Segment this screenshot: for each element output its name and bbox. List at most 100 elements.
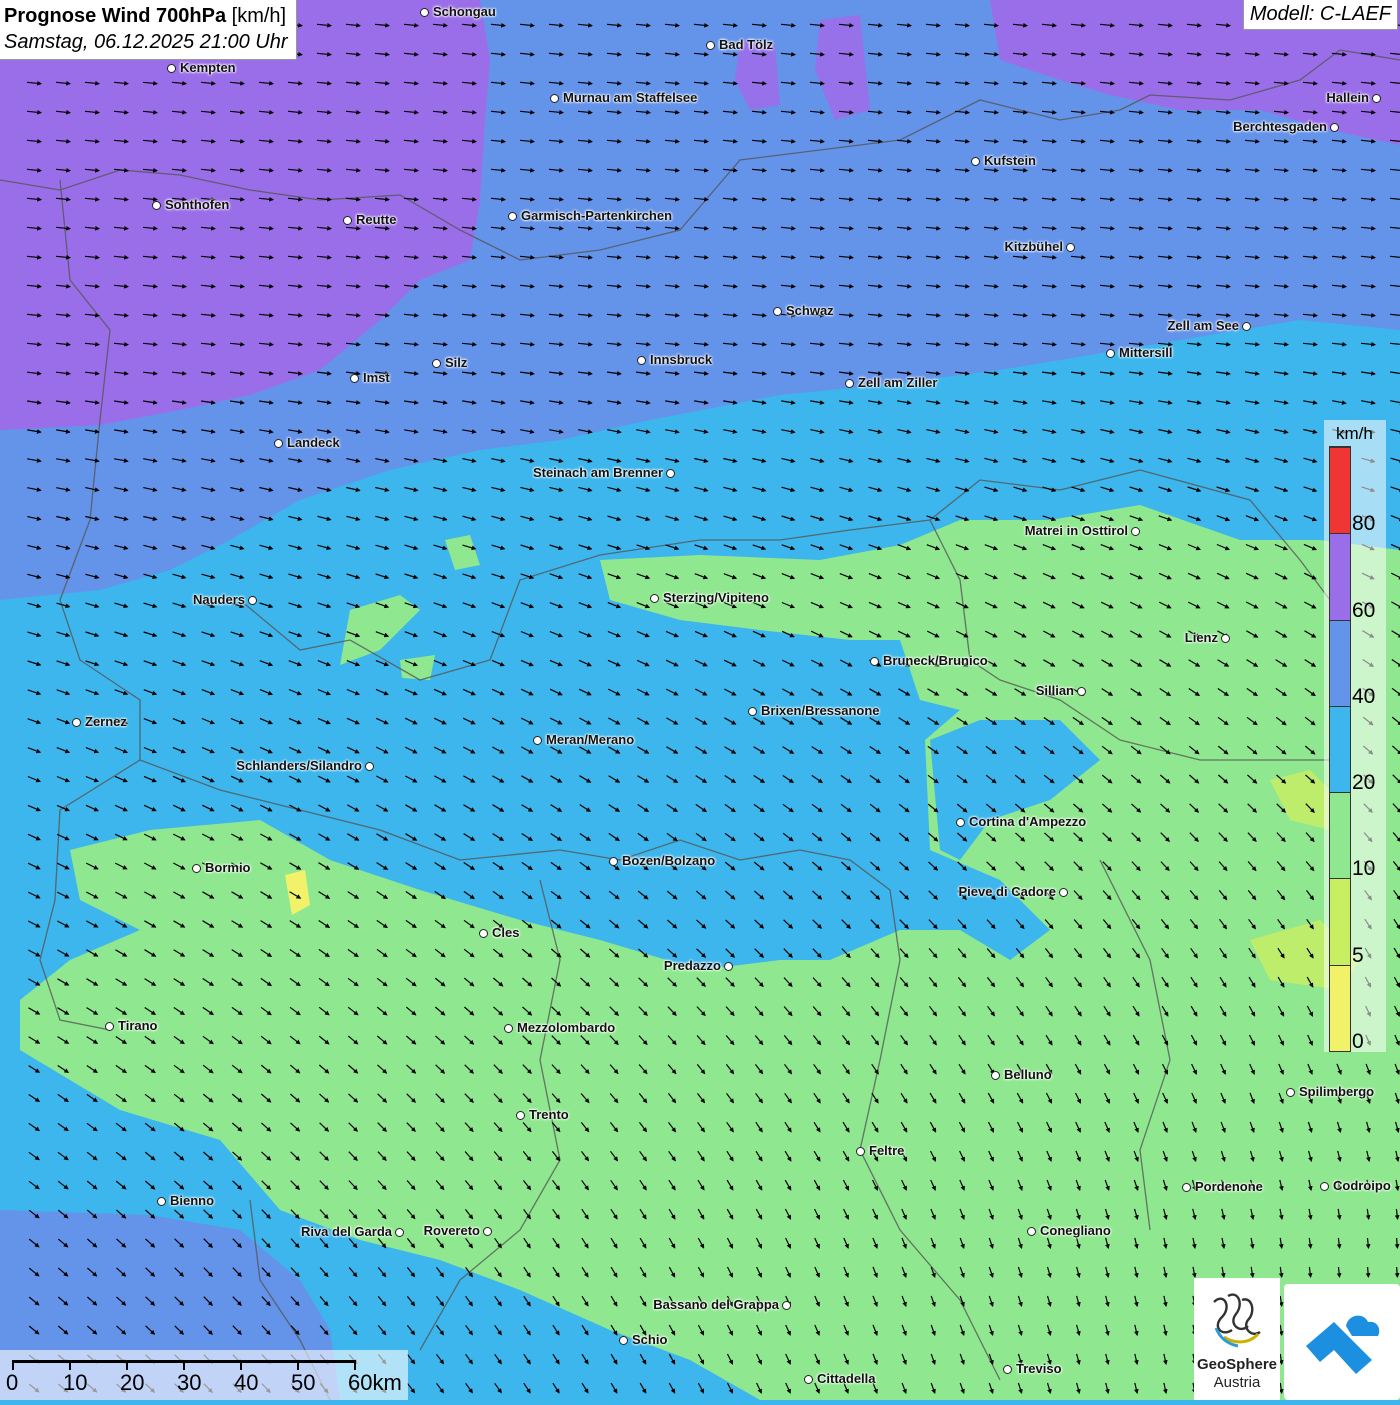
city-marker[interactable]: [666, 469, 675, 478]
city-label: Innsbruck: [650, 352, 712, 367]
city-marker[interactable]: [167, 64, 176, 73]
city-marker[interactable]: [533, 736, 542, 745]
city-marker[interactable]: [1003, 1365, 1012, 1374]
city-label: Zell am Ziller: [858, 375, 937, 390]
city-label: Tirano: [118, 1018, 158, 1033]
city-marker[interactable]: [650, 594, 659, 603]
app-logo[interactable]: [1284, 1284, 1400, 1400]
city-label: Murnau am Staffelsee: [563, 90, 697, 105]
legend-label: 10: [1352, 857, 1375, 881]
wind-arrow: [1397, 1238, 1398, 1248]
legend-colorbar: [1329, 446, 1351, 1052]
city-marker[interactable]: [845, 379, 854, 388]
city-marker[interactable]: [956, 818, 965, 827]
legend-label: 60: [1352, 599, 1375, 623]
legend-swatch: [1330, 620, 1350, 706]
city-marker[interactable]: [1077, 687, 1086, 696]
geosphere-name: GeoSphere: [1194, 1356, 1280, 1373]
city-label: Codroipo: [1333, 1178, 1391, 1193]
scale-tick: [183, 1360, 185, 1370]
city-marker[interactable]: [1182, 1183, 1191, 1192]
legend-label: 80: [1352, 512, 1375, 536]
city-label: Cittadella: [817, 1371, 876, 1386]
model-label: Modell: C-LAEF: [1243, 0, 1398, 30]
city-label: Cles: [492, 925, 519, 940]
legend-unit: km/h: [1336, 424, 1373, 444]
city-label: Garmisch-Partenkirchen: [521, 208, 672, 223]
scale-bar: 0102030405060km: [0, 1350, 408, 1400]
city-label: Zell am See: [1167, 318, 1239, 333]
city-label: Schongau: [433, 4, 496, 19]
city-marker[interactable]: [1221, 634, 1230, 643]
city-marker[interactable]: [420, 8, 429, 17]
city-label: Meran/Merano: [546, 732, 634, 747]
city-marker[interactable]: [870, 657, 879, 666]
city-marker[interactable]: [395, 1228, 404, 1237]
city-marker[interactable]: [609, 857, 618, 866]
legend-swatch: [1330, 706, 1350, 792]
city-label: Hallein: [1326, 90, 1369, 105]
city-marker[interactable]: [516, 1111, 525, 1120]
scale-label: 10: [63, 1370, 87, 1396]
scale-label: 40: [234, 1370, 258, 1396]
city-marker[interactable]: [1027, 1227, 1036, 1236]
city-marker[interactable]: [350, 374, 359, 383]
city-marker[interactable]: [971, 157, 980, 166]
legend-swatch: [1330, 447, 1350, 533]
page-title: Prognose Wind 700hPa [km/h]: [4, 3, 288, 29]
city-marker[interactable]: [72, 718, 81, 727]
city-marker[interactable]: [1286, 1088, 1295, 1097]
city-marker[interactable]: [619, 1336, 628, 1345]
city-marker[interactable]: [550, 94, 559, 103]
city-marker[interactable]: [1242, 322, 1251, 331]
city-marker[interactable]: [991, 1071, 1000, 1080]
city-label: Bassano del Grappa: [653, 1297, 779, 1312]
city-marker[interactable]: [637, 356, 646, 365]
city-marker[interactable]: [748, 707, 757, 716]
city-marker[interactable]: [508, 212, 517, 221]
title-panel: Prognose Wind 700hPa [km/h] Samstag, 06.…: [0, 0, 297, 60]
city-marker[interactable]: [192, 864, 201, 873]
city-marker[interactable]: [365, 762, 374, 771]
city-marker[interactable]: [1106, 349, 1115, 358]
city-label: Pordenone: [1195, 1179, 1263, 1194]
city-marker[interactable]: [706, 41, 715, 50]
legend-swatch: [1330, 965, 1350, 1051]
city-label: Sonthofen: [165, 197, 229, 212]
city-marker[interactable]: [1066, 243, 1075, 252]
city-marker[interactable]: [773, 307, 782, 316]
city-marker[interactable]: [274, 439, 283, 448]
city-marker[interactable]: [432, 359, 441, 368]
title-unit: [km/h]: [232, 5, 286, 27]
city-label: Schlanders/Silandro: [236, 758, 362, 773]
city-marker[interactable]: [1059, 888, 1068, 897]
city-marker[interactable]: [1320, 1182, 1329, 1191]
legend-label: 20: [1352, 771, 1375, 795]
city-marker[interactable]: [856, 1147, 865, 1156]
city-label: Imst: [363, 370, 390, 385]
city-marker[interactable]: [504, 1024, 513, 1033]
geosphere-logo: GeoSphere Austria: [1194, 1278, 1280, 1400]
city-marker[interactable]: [479, 929, 488, 938]
city-label: Reutte: [356, 212, 396, 227]
city-marker[interactable]: [782, 1301, 791, 1310]
scale-tick: [354, 1360, 356, 1370]
city-marker[interactable]: [483, 1227, 492, 1236]
city-marker[interactable]: [804, 1375, 813, 1384]
city-label: Trento: [529, 1107, 569, 1122]
color-legend: km/h 051020406080: [1324, 420, 1386, 1052]
city-marker[interactable]: [248, 596, 257, 605]
wind-arrow: [1397, 1267, 1398, 1277]
city-marker[interactable]: [343, 216, 352, 225]
city-marker[interactable]: [724, 962, 733, 971]
city-marker[interactable]: [1131, 527, 1140, 536]
city-label: Conegliano: [1040, 1223, 1111, 1238]
city-marker[interactable]: [1372, 94, 1381, 103]
city-label: Silz: [445, 355, 467, 370]
city-marker[interactable]: [1330, 123, 1339, 132]
city-marker[interactable]: [152, 201, 161, 210]
city-marker[interactable]: [105, 1022, 114, 1031]
city-label: Kempten: [180, 60, 236, 75]
city-label: Bozen/Bolzano: [622, 853, 715, 868]
city-marker[interactable]: [157, 1197, 166, 1206]
